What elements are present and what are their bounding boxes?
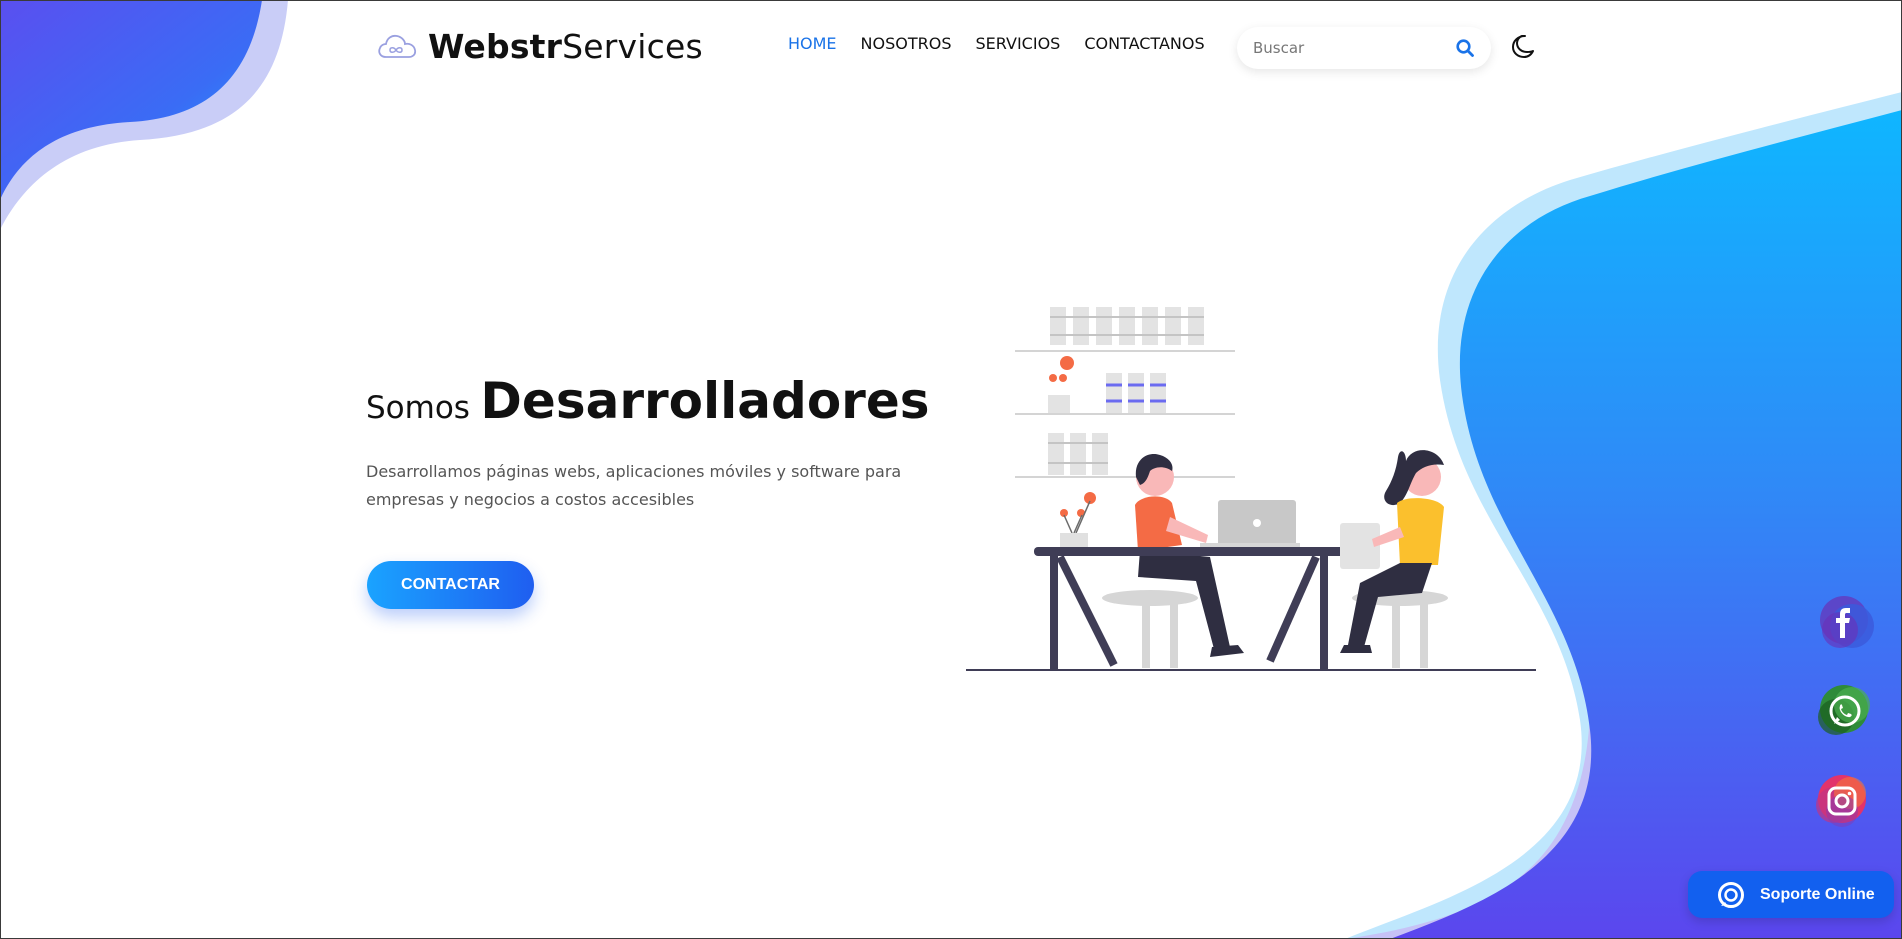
hero-description: Desarrollamos páginas webs, aplicaciones… bbox=[366, 462, 902, 509]
main-nav: HOME NOSOTROS SERVICIOS CONTACTANOS bbox=[788, 34, 1229, 53]
contactar-button[interactable]: CONTACTAR bbox=[367, 561, 534, 609]
shelf-books-top bbox=[1050, 307, 1204, 345]
support-online-button[interactable]: Soporte Online bbox=[1688, 871, 1894, 918]
search-icon[interactable] bbox=[1455, 38, 1475, 58]
support-chat-icon bbox=[1718, 881, 1744, 908]
search-box bbox=[1237, 27, 1491, 69]
hero-title: Somos Desarrolladores bbox=[366, 372, 930, 430]
background-shapes bbox=[0, 0, 1902, 939]
plant-top bbox=[1049, 356, 1074, 382]
search-input[interactable] bbox=[1251, 38, 1455, 58]
brand-name-light: Services bbox=[562, 26, 703, 66]
nav-home[interactable]: HOME bbox=[788, 34, 837, 53]
brand-name-bold: Webstr bbox=[428, 26, 563, 66]
whatsapp-icon[interactable] bbox=[1812, 679, 1876, 743]
shelf-books-mid bbox=[1106, 373, 1166, 413]
nav-contactanos[interactable]: CONTACTANOS bbox=[1084, 34, 1204, 53]
hero-title-main: Desarrolladores bbox=[480, 372, 930, 430]
cloud-logo-icon bbox=[378, 34, 417, 58]
shelf-books-low bbox=[1048, 433, 1108, 475]
brand-name: WebstrServices bbox=[428, 27, 703, 66]
developers-illustration bbox=[966, 307, 1536, 671]
nav-nosotros[interactable]: NOSOTROS bbox=[861, 34, 952, 53]
brand-logo[interactable]: WebstrServices bbox=[376, 24, 703, 68]
hero-title-pre: Somos bbox=[366, 390, 470, 426]
facebook-icon[interactable] bbox=[1814, 590, 1878, 654]
instagram-icon[interactable] bbox=[1810, 769, 1874, 833]
moon-icon[interactable] bbox=[1509, 33, 1535, 59]
support-online-label: Soporte Online bbox=[1760, 885, 1875, 903]
nav-servicios[interactable]: SERVICIOS bbox=[976, 34, 1061, 53]
